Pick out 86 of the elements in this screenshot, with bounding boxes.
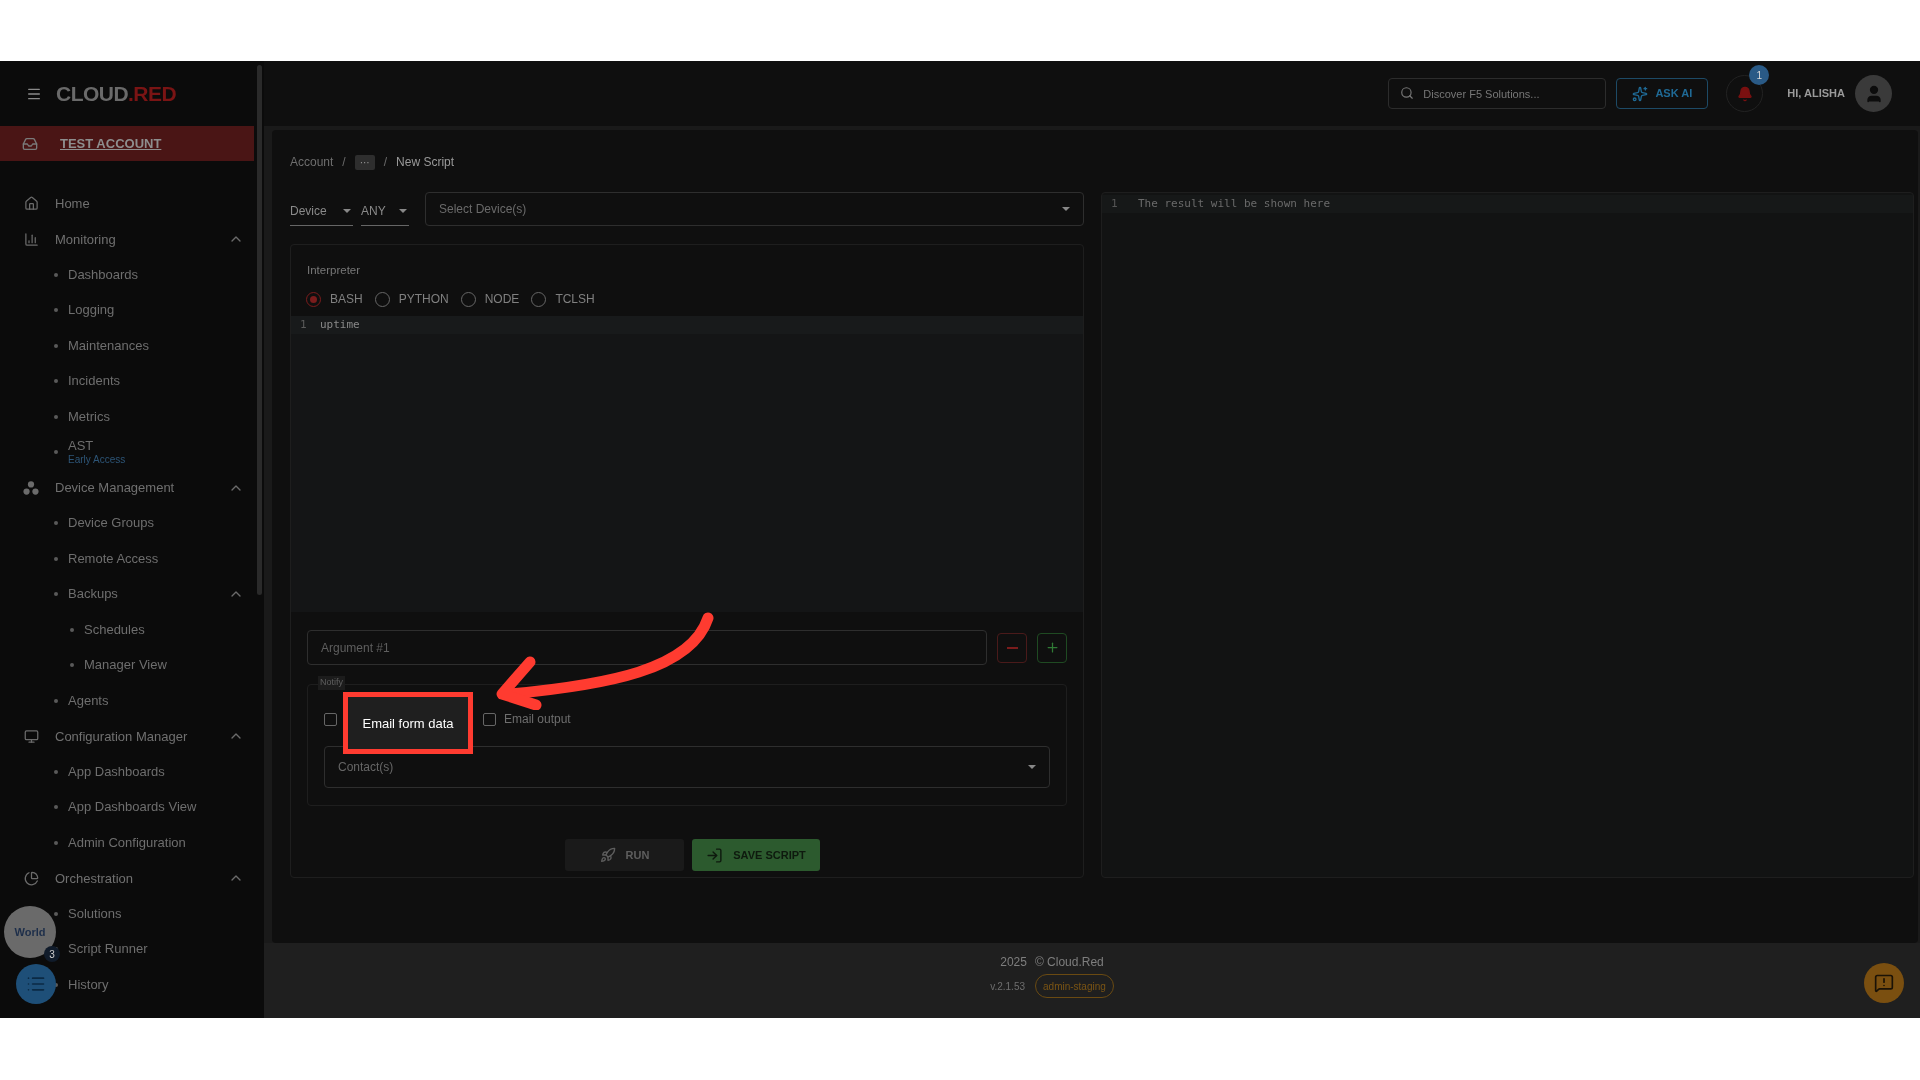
breadcrumb-separator: / <box>342 154 346 171</box>
account-bar[interactable]: TEST ACCOUNT <box>0 126 254 161</box>
notification-badge: 1 <box>1749 65 1770 85</box>
sidebar-item[interactable]: Manager View <box>84 657 167 674</box>
dropdown-icon <box>1062 207 1070 211</box>
add-button[interactable] <box>1037 632 1067 663</box>
feedback-icon <box>1874 973 1894 993</box>
sidebar-item[interactable]: Device Groups <box>68 515 154 532</box>
nav-icon <box>23 196 39 212</box>
sidebar-item[interactable]: Logging <box>68 302 115 319</box>
rocket-icon <box>599 847 616 864</box>
sidebar-item[interactable]: Maintenances <box>68 337 149 354</box>
line-number: 1 <box>1110 195 1119 212</box>
sidebar-item[interactable]: Admin Configuration <box>68 834 186 851</box>
sidebar-item[interactable]: Monitoring <box>55 229 228 249</box>
interpreter-label: Interpreter <box>307 263 361 278</box>
sidebar-item[interactable]: App Dashboards <box>68 763 165 780</box>
radio-label: TCLSH <box>555 291 595 309</box>
count-badge: 3 <box>44 946 60 962</box>
breadcrumb-more-button[interactable]: ··· <box>354 154 375 170</box>
breadcrumb-link[interactable]: Account <box>290 153 334 171</box>
footer-year: 2025 <box>1000 954 1027 971</box>
sidebar-item[interactable]: Dashboards <box>68 266 139 283</box>
breadcrumb-current: New Script <box>396 154 455 171</box>
dropdown-icon <box>1028 765 1036 770</box>
logo: CLOUD.RED <box>56 83 177 104</box>
target-select[interactable]: Device <box>290 196 353 226</box>
search-icon <box>1400 86 1415 100</box>
sidebar-item[interactable]: AST <box>68 438 94 455</box>
sidebar-item[interactable]: App Dashboards View <box>68 799 197 816</box>
early-access-label: Early Access <box>68 454 126 467</box>
bell-icon <box>1736 85 1753 102</box>
radio-label: NODE <box>484 291 520 309</box>
line-number: 1 <box>299 317 308 333</box>
sidebar-item[interactable]: Incidents <box>68 373 121 390</box>
checkbox[interactable] <box>324 712 337 726</box>
sidebar-item[interactable]: Script Runner <box>68 941 148 958</box>
sidebar-item[interactable]: Device Management <box>55 478 228 498</box>
device-select[interactable]: Select Device(s) <box>425 192 1084 226</box>
copyright: © Cloud.Red <box>1034 954 1104 971</box>
save-script-button[interactable]: SAVE SCRIPT <box>692 839 820 872</box>
dropdown-icon <box>343 208 351 213</box>
checkbox-label: Email output <box>504 711 571 729</box>
argument-field[interactable]: Argument #1 <box>307 630 987 666</box>
version: v.2.1.53 <box>990 979 1025 994</box>
sidebar-item[interactable]: Orchestration <box>55 868 228 888</box>
checkbox[interactable] <box>483 712 496 726</box>
greeting: HI, ALISHA <box>1787 86 1845 102</box>
inbox-icon <box>22 135 38 152</box>
sidebar-item[interactable]: Metrics <box>68 408 110 425</box>
search-field[interactable]: Discover F5 Solutions... <box>1388 78 1607 109</box>
sidebar-item[interactable]: Backups <box>68 586 118 603</box>
feedback-button[interactable] <box>1864 963 1904 1003</box>
sparkles-icon <box>1632 85 1649 102</box>
dots-icon <box>23 479 39 496</box>
breadcrumb-separator: / <box>383 154 388 171</box>
save-icon <box>706 846 724 864</box>
contacts-select[interactable]: Contact(s) <box>324 746 1050 789</box>
sidebar-item[interactable]: Home <box>55 194 264 214</box>
radio-label: BASH <box>330 291 363 309</box>
minus-icon <box>1006 646 1018 649</box>
avatar[interactable] <box>1855 75 1892 112</box>
scrollbar[interactable] <box>257 65 262 595</box>
sidebar-item[interactable]: Remote Access <box>68 550 159 567</box>
dropdown-icon <box>399 208 407 213</box>
output-field[interactable]: 1 The result will be shown here <box>1101 192 1914 878</box>
remove-button[interactable] <box>997 632 1027 663</box>
list-icon <box>26 974 46 994</box>
notify-legend: Notify <box>318 676 345 690</box>
result-placeholder: The result will be shown here <box>1138 195 1331 212</box>
sidebar-item[interactable]: Schedules <box>84 621 145 638</box>
plus-icon <box>1044 640 1060 656</box>
nav-icon <box>23 870 39 886</box>
radio-label: PYTHON <box>398 291 449 309</box>
code-line: uptime <box>320 317 360 333</box>
sidebar-item[interactable]: Configuration Manager <box>55 726 228 746</box>
sidebar-item[interactable]: Agents <box>68 692 109 709</box>
ask-ai-button[interactable]: ASK AI <box>1616 78 1709 109</box>
code-editor[interactable]: 1 uptime <box>291 316 1083 613</box>
nav-icon <box>23 231 39 247</box>
sidebar-item[interactable]: Solutions <box>68 905 122 922</box>
sidebar-item[interactable]: History <box>68 976 109 993</box>
list-button[interactable] <box>16 964 56 1004</box>
match-select[interactable]: ANY <box>361 196 409 226</box>
nav-icon <box>23 728 39 744</box>
tooltip: Email form data <box>343 692 473 755</box>
